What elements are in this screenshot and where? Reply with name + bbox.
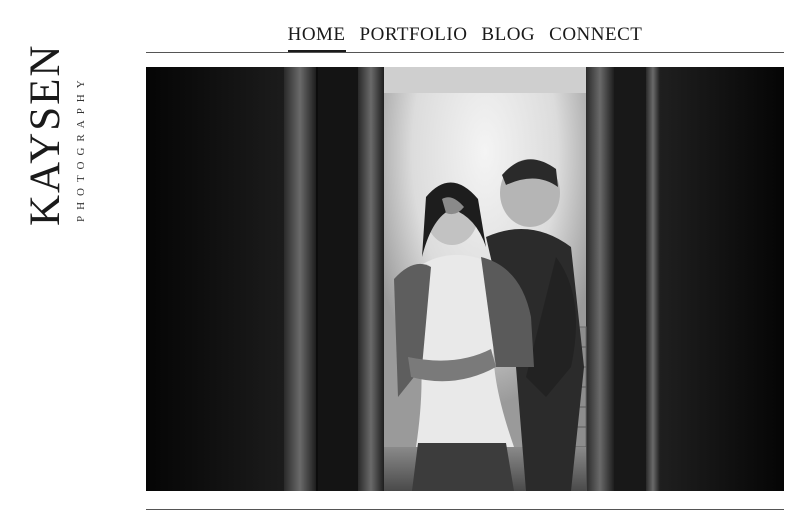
nav-list: HOME PORTFOLIO BLOG CONNECT [287,24,643,53]
nav-item-connect[interactable]: CONNECT [549,24,642,48]
nav-item-blog[interactable]: BLOG [481,24,535,48]
nav-item-home[interactable]: HOME [287,24,346,53]
brand-logo[interactable]: KAYSEN PHOTOGRAPHY [10,40,90,230]
bottom-divider [146,509,784,510]
brand-name: KAYSEN [22,43,69,226]
nav-item-portfolio[interactable]: PORTFOLIO [360,24,468,48]
hero-photo [146,67,784,491]
main-nav: HOME PORTFOLIO BLOG CONNECT [146,24,784,54]
top-divider [146,52,784,53]
brand-tagline: PHOTOGRAPHY [75,74,87,222]
hero-photo-illustration [146,67,784,491]
